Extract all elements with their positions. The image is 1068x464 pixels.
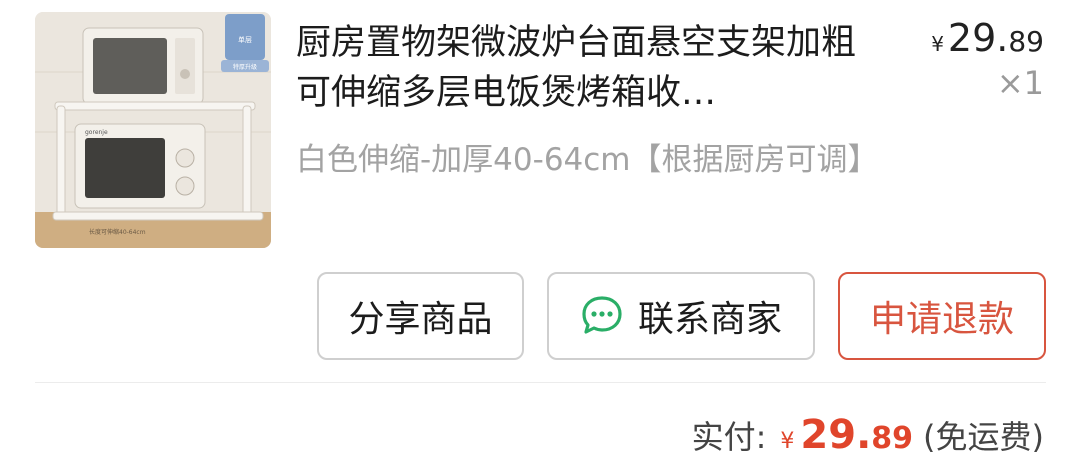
share-product-button[interactable]: 分享商品 bbox=[317, 272, 524, 360]
product-thumbnail[interactable]: gorenje 单层 特厚升级 长度可伸缩40-64cm bbox=[35, 12, 271, 248]
refund-label: 申请退款 bbox=[869, 299, 1014, 340]
product-title[interactable]: 厨房置物架微波炉台面悬空支架加粗可伸缩多层电饭煲烤箱收… bbox=[296, 18, 886, 118]
share-label: 分享商品 bbox=[348, 299, 493, 340]
sku-spec: 白色伸缩-加厚40-64cm【根据厨房可调】 bbox=[296, 142, 879, 178]
divider bbox=[35, 382, 1046, 383]
caption-text: 长度可伸缩40-64cm bbox=[89, 228, 146, 236]
quantity: ×1 bbox=[996, 64, 1044, 102]
price-integer: 29. bbox=[947, 16, 1009, 60]
brand-text: gorenje bbox=[85, 129, 108, 136]
unit-price: ¥29.89 bbox=[931, 16, 1044, 60]
badge-text: 单层 bbox=[238, 35, 252, 44]
price-currency: ¥ bbox=[931, 32, 944, 56]
chat-bubble-icon bbox=[580, 294, 624, 338]
price-decimal: 89 bbox=[1008, 25, 1044, 58]
product-image: gorenje 单层 特厚升级 长度可伸缩40-64cm bbox=[35, 12, 271, 248]
amount-paid: 实付: ¥29.89 (免运费) bbox=[692, 412, 1044, 458]
request-refund-button[interactable]: 申请退款 bbox=[838, 272, 1046, 360]
total-decimal: 89 bbox=[871, 421, 914, 456]
tag-text: 特厚升级 bbox=[233, 63, 257, 71]
contact-merchant-button[interactable]: 联系商家 bbox=[547, 272, 815, 360]
total-integer: 29. bbox=[800, 412, 872, 458]
contact-label: 联系商家 bbox=[637, 299, 782, 340]
amount-paid-label: 实付: bbox=[691, 418, 767, 456]
shipping-note: (免运费) bbox=[923, 418, 1044, 456]
total-currency: ¥ bbox=[780, 429, 795, 454]
